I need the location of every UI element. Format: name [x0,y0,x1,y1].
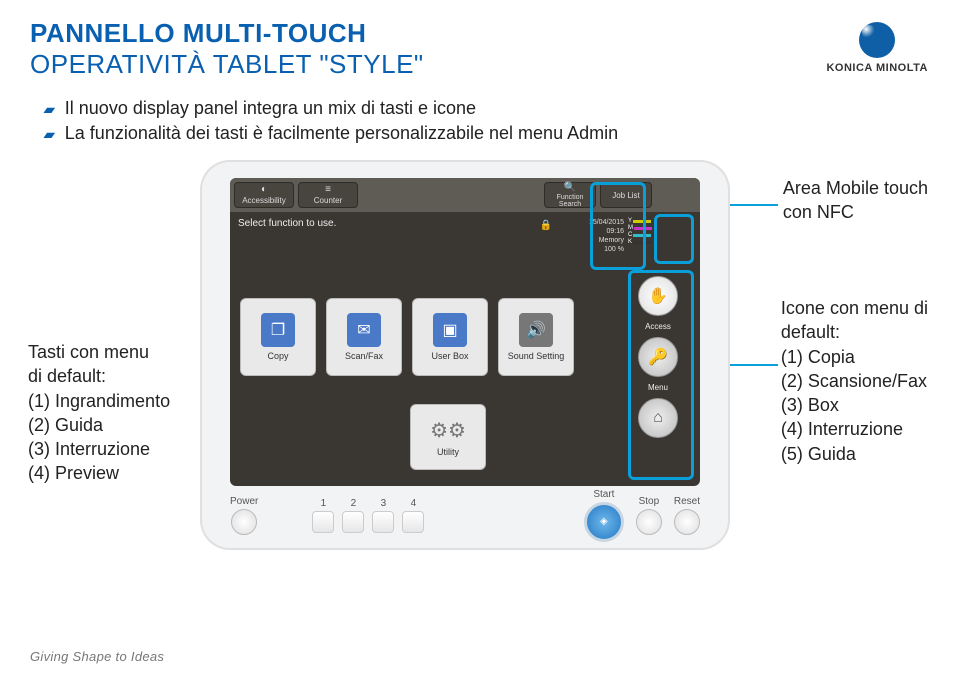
home-icon[interactable]: ⌂ [638,398,678,438]
search-icon: 🔍 [564,183,576,193]
counter-label: Counter [314,196,342,205]
copy-label: Copy [267,351,288,361]
highlight-nfc [654,214,694,264]
left-callout-item-3: (3) Interruzione [28,437,170,461]
left-callout-title: Tasti con menudi default: [28,340,170,389]
sound-label: Sound Setting [508,351,565,361]
page-header: PANNELLO MULTI-TOUCH OPERATIVITÀ TABLET … [30,18,424,80]
num-3-label: 3 [381,498,387,509]
power-label: Power [230,496,258,507]
num-4-label: 4 [411,498,417,509]
bullet-list: Il nuovo display panel integra un mix di… [44,98,618,148]
scanfax-icon: ✉ [347,313,381,347]
utility-label: Utility [437,447,459,457]
brand-logo: KONICA MINOLTA [826,22,928,74]
title-line-1: PANNELLO MULTI-TOUCH [30,18,424,49]
stop-icon [636,509,662,535]
start-button[interactable]: Start ◈ [584,489,624,542]
highlight-joblist [590,182,646,270]
counter-button[interactable]: ≡ Counter [298,182,358,208]
function-search-button[interactable]: 🔍 Function Search [544,182,596,208]
callout-line-icons [722,364,778,366]
right-callout-item-2: (2) Scansione/Fax [781,369,928,393]
menu-label: Menu [648,383,668,392]
userbox-tile[interactable]: ▣ User Box [412,298,488,376]
right-callout-item-5: (5) Guida [781,442,928,466]
userbox-label: User Box [431,351,468,361]
utility-tile[interactable]: ⚙⚙ Utility [410,404,486,470]
side-icon-column: ✋ Access 🔑 Menu ⌂ [630,276,686,438]
reset-button[interactable]: Reset [674,496,700,535]
num-2-label: 2 [351,498,357,509]
hand-icon[interactable]: ✋ [638,276,678,316]
power-button[interactable]: Power [230,496,258,535]
stop-button[interactable]: Stop [636,496,662,535]
accessibility-icon: ◐ [261,185,267,195]
lock-icon: 🔒 [540,220,552,231]
footer-tagline: Giving Shape to Ideas [30,649,164,664]
num-3[interactable]: 3 [372,498,394,533]
left-callout-item-2: (2) Guida [28,413,170,437]
right-callout-nfc: Area Mobile touchcon NFC [783,176,928,225]
num-2[interactable]: 2 [342,498,364,533]
copy-tile[interactable]: ❐ Copy [240,298,316,376]
start-icon: ◈ [584,502,624,542]
stop-label: Stop [639,496,660,507]
sound-icon: 🔊 [519,313,553,347]
power-icon [231,509,257,535]
reset-icon [674,509,700,535]
function-search-label: Function Search [545,194,595,208]
scanfax-tile[interactable]: ✉ Scan/Fax [326,298,402,376]
reset-label: Reset [674,496,700,507]
num-1[interactable]: 1 [312,498,334,533]
counter-icon: ≡ [325,185,331,195]
access-label: Access [645,322,671,331]
right-callout-item-4: (4) Interruzione [781,417,928,441]
num-1-label: 1 [321,498,327,509]
bullet-1: Il nuovo display panel integra un mix di… [44,98,618,119]
title-line-2: OPERATIVITÀ TABLET "STYLE" [30,49,424,80]
right-callout-item-3: (3) Box [781,393,928,417]
right-callout-title: Icone con menu didefault: [781,296,928,345]
brand-text: KONICA MINOLTA [826,62,928,74]
touch-screen: ◐ Accessibility ≡ Counter 🔍 Function Sea… [230,178,700,486]
brand-globe-icon [859,22,895,58]
accessibility-label: Accessibility [242,196,286,205]
hardware-button-row: Power 1 2 3 4 Start ◈ Stop Reset [230,492,700,538]
copy-icon: ❐ [261,313,295,347]
left-callout-item-1: (1) Ingrandimento [28,389,170,413]
app-row: ❐ Copy ✉ Scan/Fax ▣ User Box 🔊 Sound Set… [240,298,574,376]
device-panel: ◐ Accessibility ≡ Counter 🔍 Function Sea… [200,160,730,550]
left-callout-item-4: (4) Preview [28,461,170,485]
key-icon[interactable]: 🔑 [638,337,678,377]
sound-tile[interactable]: 🔊 Sound Setting [498,298,574,376]
start-label: Start [593,489,614,500]
number-keys: 1 2 3 4 [312,498,424,533]
right-callout-icons: Icone con menu didefault: (1) Copia (2) … [781,296,928,466]
accessibility-button[interactable]: ◐ Accessibility [234,182,294,208]
num-4[interactable]: 4 [402,498,424,533]
bullet-2: La funzionalità dei tasti è facilmente p… [44,123,618,144]
gear-icon: ⚙⚙ [430,418,466,443]
left-callout: Tasti con menudi default: (1) Ingrandime… [28,340,170,486]
right-callout-item-1: (1) Copia [781,345,928,369]
userbox-icon: ▣ [433,313,467,347]
scanfax-label: Scan/Fax [345,351,383,361]
